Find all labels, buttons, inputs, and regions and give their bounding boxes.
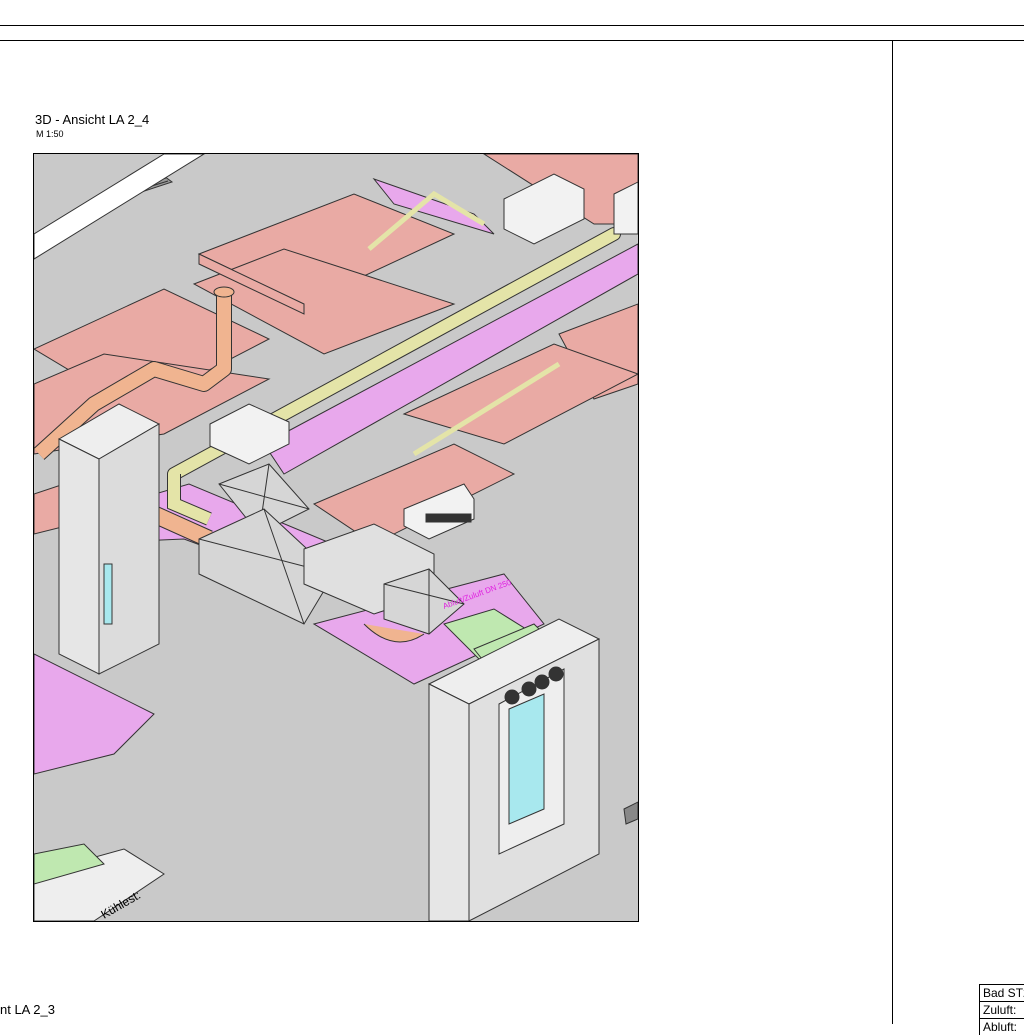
sheet-border-top: [0, 25, 1024, 26]
legend-row-room: Bad ST2: [979, 984, 1024, 1001]
column-left: [57, 403, 161, 675]
sheet-divider: [892, 40, 893, 1024]
view-title: 3D - Ansicht LA 2_4: [35, 112, 150, 127]
legend-row-supply: Zuluft:: [979, 1001, 1024, 1018]
hvac-isometric-drawing: Abluft/Zuluft DN 250 Kühlest:: [34, 154, 638, 921]
adjacent-view-label: nt LA 2_3: [0, 1002, 55, 1017]
room-legend-table: Bad ST2 Zuluft: Abluft:: [979, 984, 1024, 1035]
legend-row-exhaust: Abluft:: [979, 1018, 1024, 1035]
isometric-view-frame[interactable]: Abluft/Zuluft DN 250 Kühlest:: [33, 153, 639, 922]
view-scale: M 1:50: [36, 129, 64, 139]
sheet-border-header: [0, 40, 1024, 41]
